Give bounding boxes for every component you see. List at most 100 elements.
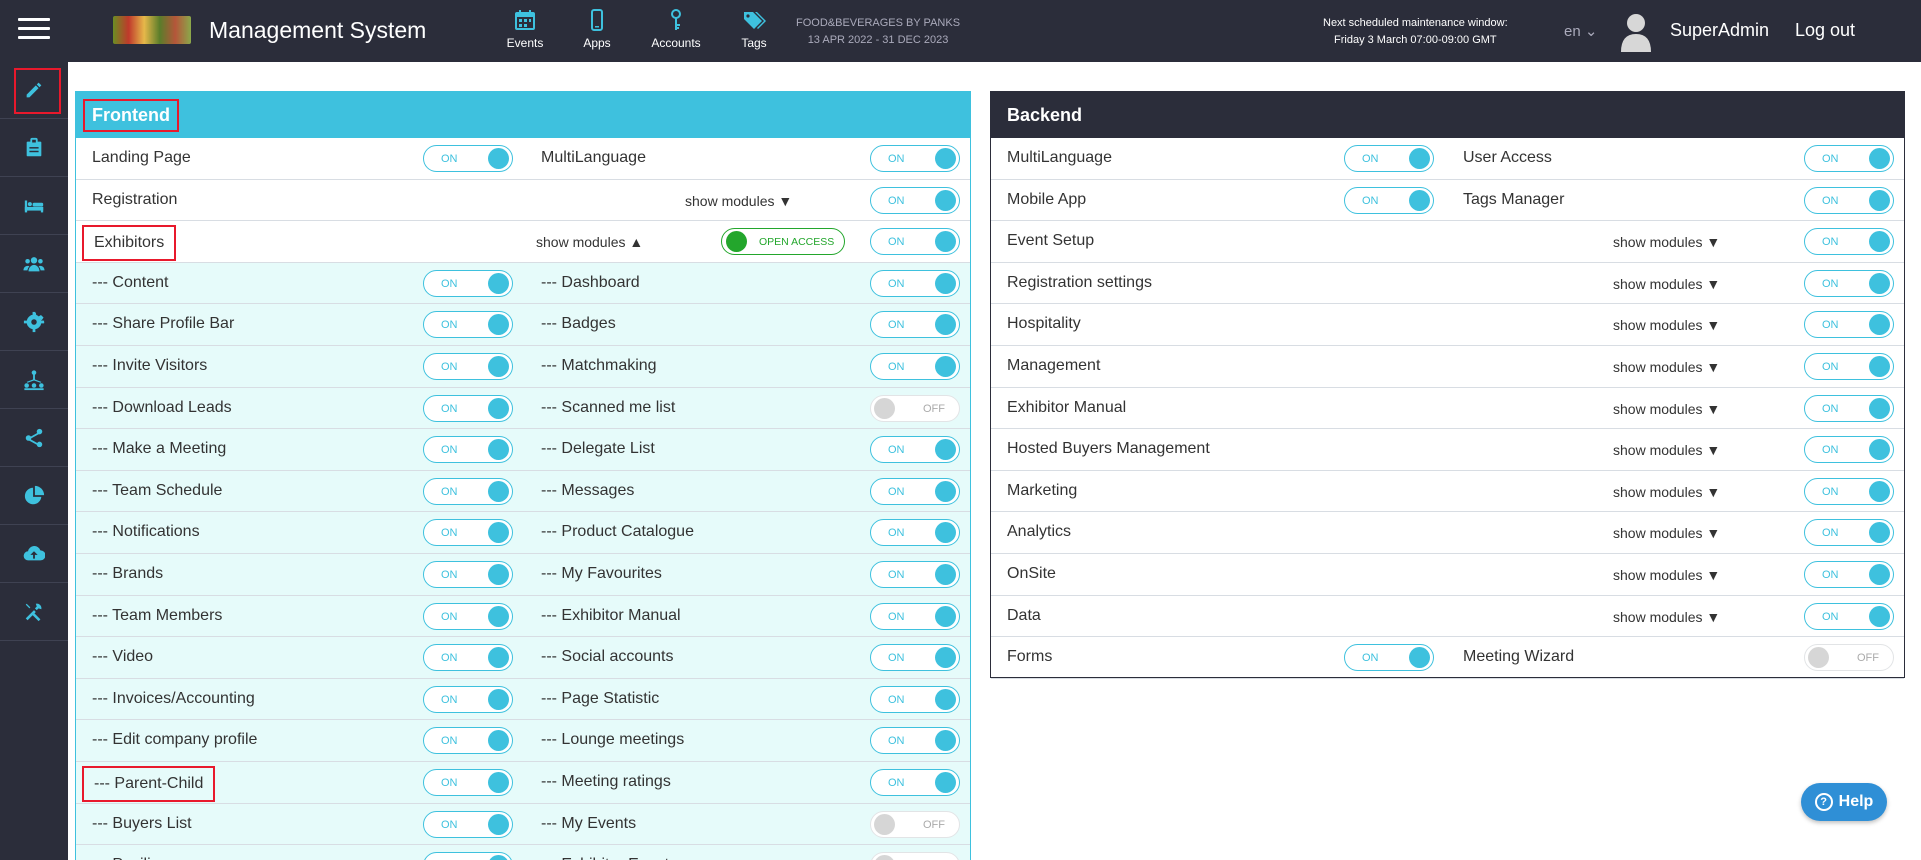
sidebar-item-hierarchy[interactable]	[0, 352, 68, 409]
frontend-left-toggle[interactable]: ON	[423, 560, 513, 588]
show-modules-button[interactable]: show modules ▼	[1613, 609, 1720, 625]
frontend-left-toggle[interactable]: ON	[423, 644, 513, 672]
frontend-right-toggle[interactable]: ON	[870, 228, 960, 256]
frontend-left-toggle[interactable]: ON	[423, 436, 513, 464]
mobile-icon	[562, 8, 632, 36]
frontend-right-toggle[interactable]: OFF	[870, 810, 960, 838]
show-modules-button[interactable]: show modules ▼	[1613, 567, 1720, 583]
frontend-left-toggle[interactable]: ON	[423, 311, 513, 339]
frontend-left-toggle[interactable]: ON	[423, 685, 513, 713]
frontend-row: --- Download Leads ON --- Scanned me list O…	[76, 387, 970, 430]
frontend-left-toggle[interactable]: ON	[423, 810, 513, 838]
backend-left-label: Analytics	[1007, 523, 1072, 541]
show-modules-button[interactable]: show modules ▼	[1613, 484, 1720, 500]
frontend-left-toggle[interactable]: ON	[423, 768, 513, 796]
frontend-row: --- Brands ON --- My Favourites ON	[76, 553, 970, 596]
sidebar-item-analytics[interactable]	[0, 468, 68, 525]
frontend-right-toggle[interactable]: ON	[870, 311, 960, 339]
backend-right-toggle[interactable]: ON	[1804, 269, 1894, 297]
nav-apps[interactable]: Apps	[562, 8, 632, 58]
backend-right-toggle[interactable]: ON	[1804, 519, 1894, 547]
backend-right-toggle[interactable]: ON	[1804, 311, 1894, 339]
nav-events[interactable]: Events	[490, 8, 560, 58]
backend-right-toggle[interactable]: ON	[1804, 186, 1894, 214]
language-select[interactable]: en ⌄	[1564, 22, 1597, 40]
frontend-right-toggle[interactable]: ON	[870, 352, 960, 380]
sidebar-item-share[interactable]	[0, 410, 68, 467]
frontend-left-toggle[interactable]: ON	[423, 352, 513, 380]
sidebar-item-clipboard[interactable]	[0, 120, 68, 177]
frontend-header: Frontend	[76, 92, 970, 138]
frontend-row: --- Invoices/Accounting ON --- Page Statis…	[76, 678, 970, 721]
frontend-right-toggle[interactable]: ON	[870, 186, 960, 214]
frontend-right-toggle[interactable]: ON	[870, 145, 960, 172]
toggle-state: ON	[1362, 153, 1379, 165]
logout-button[interactable]: Log out	[1795, 20, 1855, 41]
backend-right-toggle[interactable]: ON	[1804, 352, 1894, 380]
event-info: FOOD&BEVERAGES BY PANKS 13 APR 2022 - 31…	[796, 15, 960, 49]
backend-left-toggle[interactable]: ON	[1344, 186, 1434, 214]
backend-right-toggle[interactable]: ON	[1804, 145, 1894, 172]
frontend-right-toggle[interactable]: ON	[870, 519, 960, 547]
frontend-right-toggle[interactable]: ON	[870, 269, 960, 297]
nav-tags[interactable]: Tags	[719, 8, 789, 58]
backend-left-label: Event Setup	[1007, 232, 1095, 250]
help-button[interactable]: ? Help	[1801, 783, 1887, 821]
open-access-toggle[interactable]: OPEN ACCESS	[721, 228, 845, 256]
sidebar-item-tools[interactable]	[0, 584, 68, 641]
frontend-left-label: --- Make a Meeting	[92, 440, 227, 458]
frontend-left-toggle[interactable]: ON	[423, 145, 513, 172]
frontend-right-toggle[interactable]: ON	[870, 436, 960, 464]
backend-right-toggle[interactable]: ON	[1804, 602, 1894, 630]
backend-right-toggle[interactable]: ON	[1804, 436, 1894, 464]
frontend-right-toggle[interactable]: ON	[870, 477, 960, 505]
backend-right-toggle[interactable]: ON	[1804, 560, 1894, 588]
open-access-label: OPEN ACCESS	[759, 236, 835, 249]
frontend-right-toggle[interactable]: OFF	[870, 852, 960, 860]
show-modules-button[interactable]: show modules ▼	[1613, 276, 1720, 292]
show-modules-button[interactable]: show modules ▼	[1613, 359, 1720, 375]
sidebar-item-users[interactable]	[0, 236, 68, 293]
backend-row: Registration settings show modules ▼ ON	[991, 263, 1904, 305]
show-modules-button[interactable]: show modules ▲	[536, 234, 643, 250]
frontend-left-toggle[interactable]: ON	[423, 602, 513, 630]
frontend-left-toggle[interactable]: ON	[423, 477, 513, 505]
frontend-left-label: Registration	[92, 190, 178, 208]
show-modules-button[interactable]: show modules ▼	[1613, 317, 1720, 333]
frontend-right-toggle[interactable]: ON	[870, 685, 960, 713]
backend-right-toggle[interactable]: OFF	[1804, 644, 1894, 672]
frontend-right-toggle[interactable]: ON	[870, 602, 960, 630]
frontend-left-toggle[interactable]: ON	[423, 394, 513, 422]
backend-left-label: MultiLanguage	[1007, 149, 1112, 166]
sidebar-item-hospitality[interactable]	[0, 178, 68, 235]
frontend-left-toggle[interactable]: ON	[423, 519, 513, 547]
backend-right-toggle[interactable]: ON	[1804, 394, 1894, 422]
sidebar-item-edit[interactable]	[0, 62, 68, 119]
frontend-right-toggle[interactable]: OFF	[870, 394, 960, 422]
sidebar-item-cloud[interactable]	[0, 526, 68, 583]
frontend-right-toggle[interactable]: ON	[870, 644, 960, 672]
backend-right-toggle[interactable]: ON	[1804, 477, 1894, 505]
frontend-right-toggle[interactable]: ON	[870, 560, 960, 588]
show-modules-button[interactable]: show modules ▼	[1613, 525, 1720, 541]
show-modules-button[interactable]: show modules ▼	[1613, 442, 1720, 458]
frontend-right-toggle[interactable]: ON	[870, 768, 960, 796]
avatar[interactable]	[1619, 12, 1653, 52]
show-modules-button[interactable]: show modules ▼	[685, 193, 792, 209]
frontend-left-toggle[interactable]: ON	[423, 269, 513, 297]
show-modules-button[interactable]: show modules ▼	[1613, 234, 1720, 250]
backend-left-label: Marketing	[1007, 481, 1078, 499]
nav-accounts[interactable]: Accounts	[641, 8, 711, 58]
frontend-right-label: --- Scanned me list	[541, 398, 676, 416]
toggle-knob	[488, 647, 509, 669]
menu-icon[interactable]	[18, 18, 50, 44]
frontend-left-toggle[interactable]: ON	[423, 852, 513, 860]
frontend-right-toggle[interactable]: ON	[870, 727, 960, 755]
backend-left-toggle[interactable]: ON	[1344, 145, 1434, 172]
frontend-left-toggle[interactable]: ON	[423, 727, 513, 755]
caret-down-icon: ▼	[1702, 317, 1721, 334]
show-modules-button[interactable]: show modules ▼	[1613, 401, 1720, 417]
backend-right-toggle[interactable]: ON	[1804, 228, 1894, 256]
backend-left-toggle[interactable]: ON	[1344, 644, 1434, 672]
sidebar-item-settings[interactable]	[0, 294, 68, 351]
